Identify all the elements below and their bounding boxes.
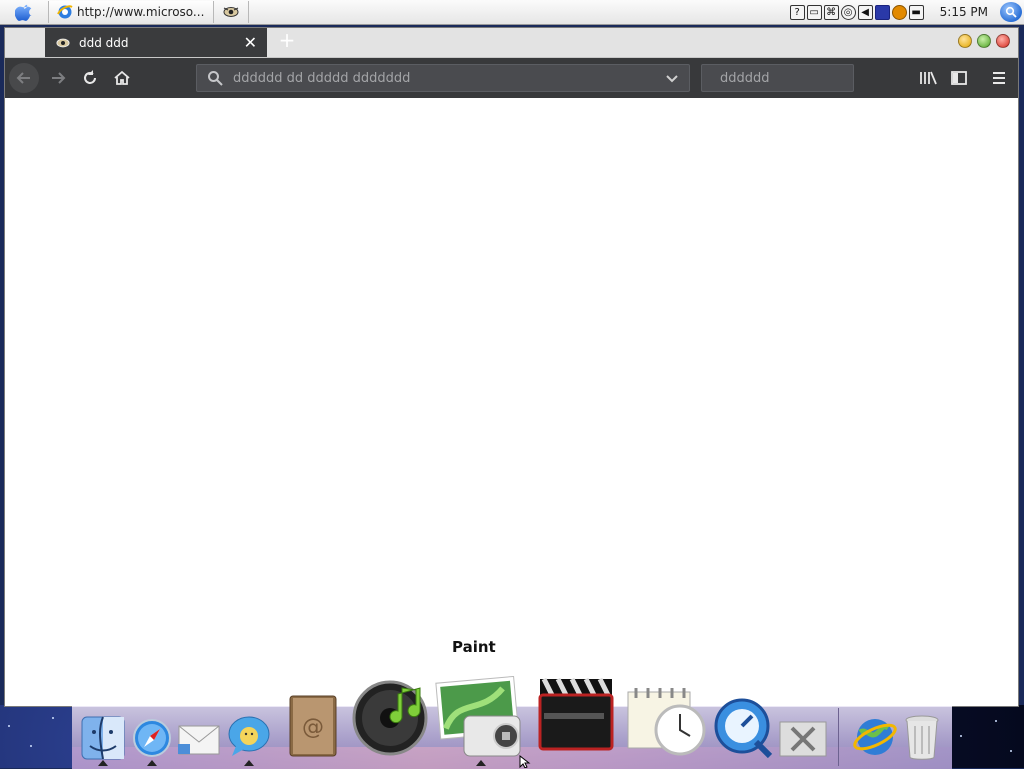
tab-active[interactable]: ddd ddd ✕ [45, 28, 267, 57]
search-tray-icon[interactable] [891, 4, 907, 20]
ichat-icon[interactable] [226, 714, 272, 760]
forward-arrow-icon [52, 72, 66, 84]
chevron-down-icon[interactable] [665, 71, 679, 85]
eye-app-icon [223, 7, 239, 17]
display-icon[interactable]: ▬ [908, 4, 924, 20]
apple-menu-icon[interactable] [0, 0, 48, 24]
cd-icon[interactable]: ◎ [840, 4, 856, 20]
url-bar[interactable] [196, 64, 690, 92]
itunes-icon[interactable] [352, 676, 432, 756]
sidebar-button[interactable] [949, 68, 969, 88]
system-tray: ? ▭ ⌘ ◎ ◀ ▬ 5:15 PM [789, 3, 994, 21]
mail-icon[interactable] [176, 718, 222, 758]
safari-icon[interactable] [132, 716, 172, 760]
quicktime-icon[interactable] [712, 698, 778, 758]
front-row-icon[interactable] [538, 677, 614, 753]
dock-hover-label: Paint [452, 638, 496, 656]
page-content[interactable] [5, 98, 1018, 706]
search-icon [208, 71, 223, 86]
tab-favicon-icon [56, 38, 70, 47]
trash-icon[interactable] [902, 712, 942, 762]
home-button[interactable] [107, 63, 137, 93]
internet-icon[interactable] [852, 714, 898, 760]
menu-bar: http://www.microso... ? ▭ ⌘ ◎ ◀ ▬ 5:15 P… [0, 0, 1024, 25]
navigation-toolbar [5, 58, 1018, 98]
utilities-icon[interactable] [778, 716, 828, 758]
new-tab-button[interactable]: + [277, 30, 297, 51]
running-indicator [98, 760, 108, 766]
close-window-button[interactable] [996, 34, 1010, 48]
mouse-cursor-icon [519, 755, 531, 768]
home-icon [114, 70, 130, 85]
sidebar-icon [951, 71, 967, 85]
ie-icon [57, 5, 73, 19]
url-input[interactable] [231, 69, 665, 87]
tab-close-icon[interactable]: ✕ [244, 34, 257, 51]
finder-icon[interactable] [80, 716, 126, 760]
svg-text:@: @ [302, 715, 324, 740]
menu-button[interactable] [989, 68, 1009, 88]
spotlight-icon[interactable] [1000, 2, 1022, 22]
reload-icon [84, 70, 96, 84]
address-book-icon[interactable]: @ [284, 694, 340, 758]
search-bar[interactable] [701, 64, 892, 92]
running-indicator [244, 760, 254, 766]
window-controls [958, 34, 1010, 48]
taskbar-item-app[interactable] [214, 1, 249, 23]
reload-button[interactable] [75, 63, 105, 93]
ical-icon[interactable] [626, 686, 708, 758]
dock-separator [838, 708, 839, 766]
keyboard-icon[interactable] [874, 4, 890, 20]
forward-button[interactable] [43, 63, 73, 93]
library-icon [920, 71, 937, 85]
clock[interactable]: 5:15 PM [940, 5, 988, 19]
search-input[interactable] [718, 69, 892, 87]
volume-icon[interactable]: ◀ [857, 4, 873, 20]
hamburger-icon [993, 72, 1005, 84]
battery-icon[interactable]: ▭ [806, 4, 822, 20]
help-icon[interactable]: ? [789, 4, 805, 20]
iphoto-icon[interactable] [434, 676, 526, 760]
browser-window: ddd ddd ✕ + [4, 27, 1019, 707]
taskbar-item-title: http://www.microso... [77, 5, 205, 19]
taskbar-item-browser[interactable]: http://www.microso... [48, 1, 214, 23]
network-icon[interactable]: ⌘ [823, 4, 839, 20]
tab-strip: ddd ddd ✕ + [5, 28, 1018, 58]
maximize-button[interactable] [977, 34, 991, 48]
back-arrow-icon [16, 72, 30, 84]
running-indicator [476, 760, 486, 766]
library-button[interactable] [918, 68, 938, 88]
running-indicator [147, 760, 157, 766]
minimize-button[interactable] [958, 34, 972, 48]
tab-title: ddd ddd [79, 35, 129, 50]
back-button[interactable] [9, 63, 39, 93]
